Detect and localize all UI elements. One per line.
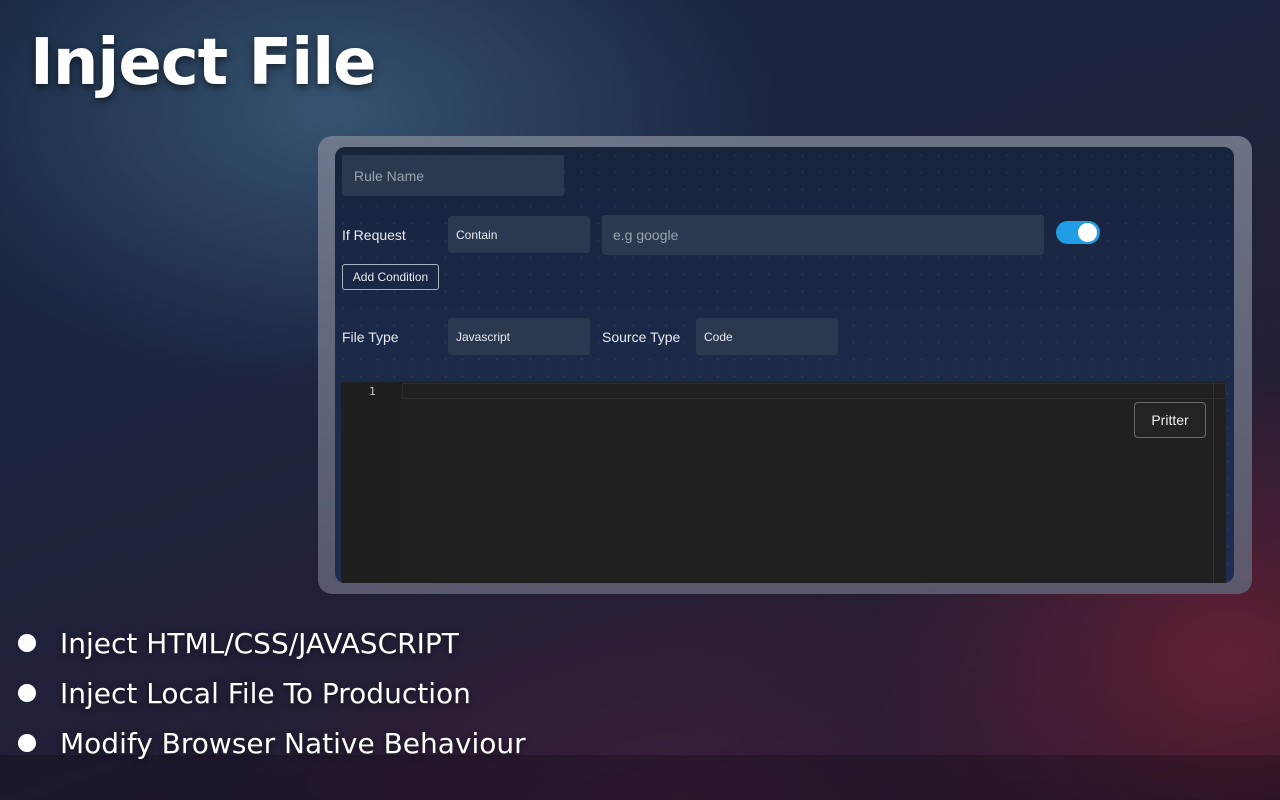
inject-file-form: Rule Name If Request Contain e.g google … [335, 147, 1234, 583]
code-editor[interactable]: 1 Pritter [341, 382, 1226, 583]
feature-text: Inject Local File To Production [60, 676, 471, 710]
feature-list: Inject HTML/CSS/JAVASCRIPT Inject Local … [18, 618, 526, 768]
rule-enabled-toggle[interactable] [1056, 221, 1100, 244]
feature-item: Inject HTML/CSS/JAVASCRIPT [18, 618, 526, 668]
feature-item: Inject Local File To Production [18, 668, 526, 718]
toggle-knob [1078, 223, 1097, 242]
feature-text: Inject HTML/CSS/JAVASCRIPT [60, 626, 459, 660]
file-type-label: File Type [342, 329, 399, 345]
editor-scrollbar[interactable] [1213, 382, 1214, 583]
feature-item: Modify Browser Native Behaviour [18, 718, 526, 768]
page-title: Inject File [30, 26, 377, 100]
bullet-icon [18, 734, 36, 752]
rule-name-input[interactable]: Rule Name [342, 155, 564, 196]
bullet-icon [18, 634, 36, 652]
editor-gutter: 1 [341, 382, 401, 583]
add-condition-button[interactable]: Add Condition [342, 264, 439, 290]
line-number: 1 [369, 385, 376, 398]
feature-text: Modify Browser Native Behaviour [60, 726, 526, 760]
if-request-label: If Request [342, 227, 406, 243]
screenshot-frame: Rule Name If Request Contain e.g google … [318, 136, 1252, 594]
active-line-highlight [402, 383, 1226, 399]
file-type-select[interactable]: Javascript [448, 318, 590, 355]
format-code-button[interactable]: Pritter [1134, 402, 1206, 438]
url-pattern-input[interactable]: e.g google [602, 215, 1044, 255]
condition-select[interactable]: Contain [448, 216, 590, 253]
source-type-select[interactable]: Code [696, 318, 838, 355]
source-type-label: Source Type [602, 329, 681, 345]
bullet-icon [18, 684, 36, 702]
